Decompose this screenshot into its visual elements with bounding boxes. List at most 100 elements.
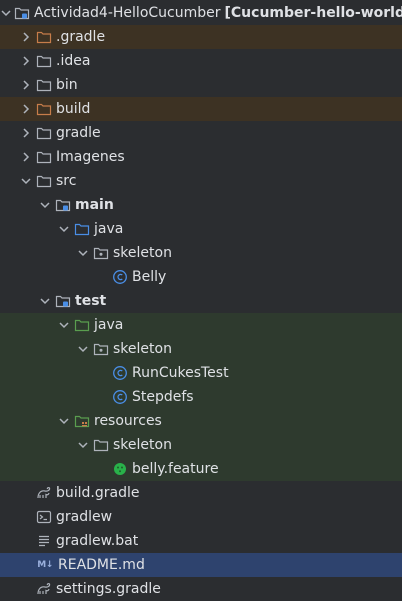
tree-row-stepdefs[interactable]: Stepdefs — [0, 385, 402, 409]
chevron-right-icon[interactable] — [18, 101, 34, 117]
chevron-down-icon[interactable] — [18, 173, 34, 189]
item-label: build — [56, 101, 91, 117]
source-folder-icon — [74, 221, 90, 237]
cucumber-feature-icon — [112, 461, 128, 477]
folder-icon — [93, 437, 109, 453]
item-label: RunCukesTest — [132, 365, 229, 381]
chevron-down-icon[interactable] — [75, 341, 91, 357]
tree-row-belly[interactable]: Belly — [0, 265, 402, 289]
tree-row-main[interactable]: main — [0, 193, 402, 217]
item-label: resources — [94, 413, 162, 429]
module-folder-icon — [55, 293, 71, 309]
tree-row-idea[interactable]: .idea — [0, 49, 402, 73]
item-label: build.gradle — [56, 485, 140, 501]
chevron-down-icon[interactable] — [75, 245, 91, 261]
text-file-icon — [36, 533, 52, 549]
item-label: gradle — [56, 125, 101, 141]
chevron-right-icon[interactable] — [18, 77, 34, 93]
item-label: belly.feature — [132, 461, 219, 477]
chevron-down-icon[interactable] — [37, 197, 53, 213]
item-label: gradlew.bat — [56, 533, 139, 549]
excluded-folder-icon — [36, 101, 52, 117]
project-tree: Actividad4-HelloCucumber [Cucumber-hello… — [0, 0, 402, 601]
chevron-down-icon[interactable] — [56, 221, 72, 237]
chevron-down-icon[interactable] — [37, 293, 53, 309]
item-label: src — [56, 173, 77, 189]
chevron-down-icon[interactable] — [0, 5, 12, 21]
item-label: gradlew — [56, 509, 113, 525]
tree-row-runcukestest[interactable]: RunCukesTest — [0, 361, 402, 385]
java-class-icon — [112, 389, 128, 405]
tree-row-resources-skeleton[interactable]: skeleton — [0, 433, 402, 457]
tree-row-build-gradle[interactable]: build.gradle — [0, 481, 402, 505]
item-label: skeleton — [113, 437, 172, 453]
item-label: settings.gradle — [56, 581, 161, 597]
module-folder-icon — [14, 5, 30, 21]
package-icon — [93, 245, 109, 261]
tree-row-gradle-hidden[interactable]: .gradle — [0, 25, 402, 49]
terminal-script-icon — [36, 509, 52, 525]
item-label: .gradle — [56, 29, 106, 45]
module-folder-icon — [55, 197, 71, 213]
test-resources-folder-icon — [74, 413, 90, 429]
item-label: skeleton — [113, 245, 172, 261]
tree-row-main-java[interactable]: java — [0, 217, 402, 241]
item-label: .idea — [56, 53, 91, 69]
tree-row-build[interactable]: build — [0, 97, 402, 121]
chevron-right-icon[interactable] — [18, 53, 34, 69]
chevron-right-icon[interactable] — [18, 149, 34, 165]
item-label: bin — [56, 77, 78, 93]
item-label: Stepdefs — [132, 389, 194, 405]
tree-row-readme[interactable]: M↓ README.md — [0, 553, 402, 577]
chevron-right-icon[interactable] — [18, 125, 34, 141]
item-label: Belly — [132, 269, 167, 285]
item-label: README.md — [58, 557, 145, 573]
item-label: java — [94, 221, 124, 237]
tree-row-gradlew[interactable]: gradlew — [0, 505, 402, 529]
item-label: test — [75, 293, 107, 309]
tree-row-test-java[interactable]: java — [0, 313, 402, 337]
java-class-icon — [112, 269, 128, 285]
tree-row-belly-feature[interactable]: belly.feature — [0, 457, 402, 481]
folder-icon — [36, 125, 52, 141]
chevron-down-icon[interactable] — [75, 437, 91, 453]
tree-row-imagenes[interactable]: Imagenes — [0, 145, 402, 169]
tree-row-resources[interactable]: resources — [0, 409, 402, 433]
tree-row-main-skeleton[interactable]: skeleton — [0, 241, 402, 265]
chevron-right-icon[interactable] — [18, 29, 34, 45]
tree-row-project-root[interactable]: Actividad4-HelloCucumber [Cucumber-hello… — [0, 1, 402, 25]
chevron-down-icon[interactable] — [56, 413, 72, 429]
folder-icon — [36, 77, 52, 93]
tree-row-test-skeleton[interactable]: skeleton — [0, 337, 402, 361]
folder-icon — [36, 173, 52, 189]
markdown-icon: M↓ — [37, 560, 53, 570]
chevron-down-icon[interactable] — [56, 317, 72, 333]
folder-icon — [36, 149, 52, 165]
tree-row-gradle[interactable]: gradle — [0, 121, 402, 145]
module-name: [Cucumber-hello-world] — [224, 5, 402, 21]
folder-icon — [36, 53, 52, 69]
tree-row-settings-gradle[interactable]: settings.gradle — [0, 577, 402, 601]
tree-row-bin[interactable]: bin — [0, 73, 402, 97]
tree-row-test[interactable]: test — [0, 289, 402, 313]
gradle-icon — [36, 485, 52, 501]
item-label: main — [75, 197, 114, 213]
gradle-icon — [36, 581, 52, 597]
item-label: skeleton — [113, 341, 172, 357]
item-label: java — [94, 317, 124, 333]
excluded-folder-icon — [36, 29, 52, 45]
item-label: Imagenes — [56, 149, 125, 165]
test-folder-icon — [74, 317, 90, 333]
tree-row-src[interactable]: src — [0, 169, 402, 193]
project-name: Actividad4-HelloCucumber — [34, 5, 221, 21]
tree-row-gradlew-bat[interactable]: gradlew.bat — [0, 529, 402, 553]
